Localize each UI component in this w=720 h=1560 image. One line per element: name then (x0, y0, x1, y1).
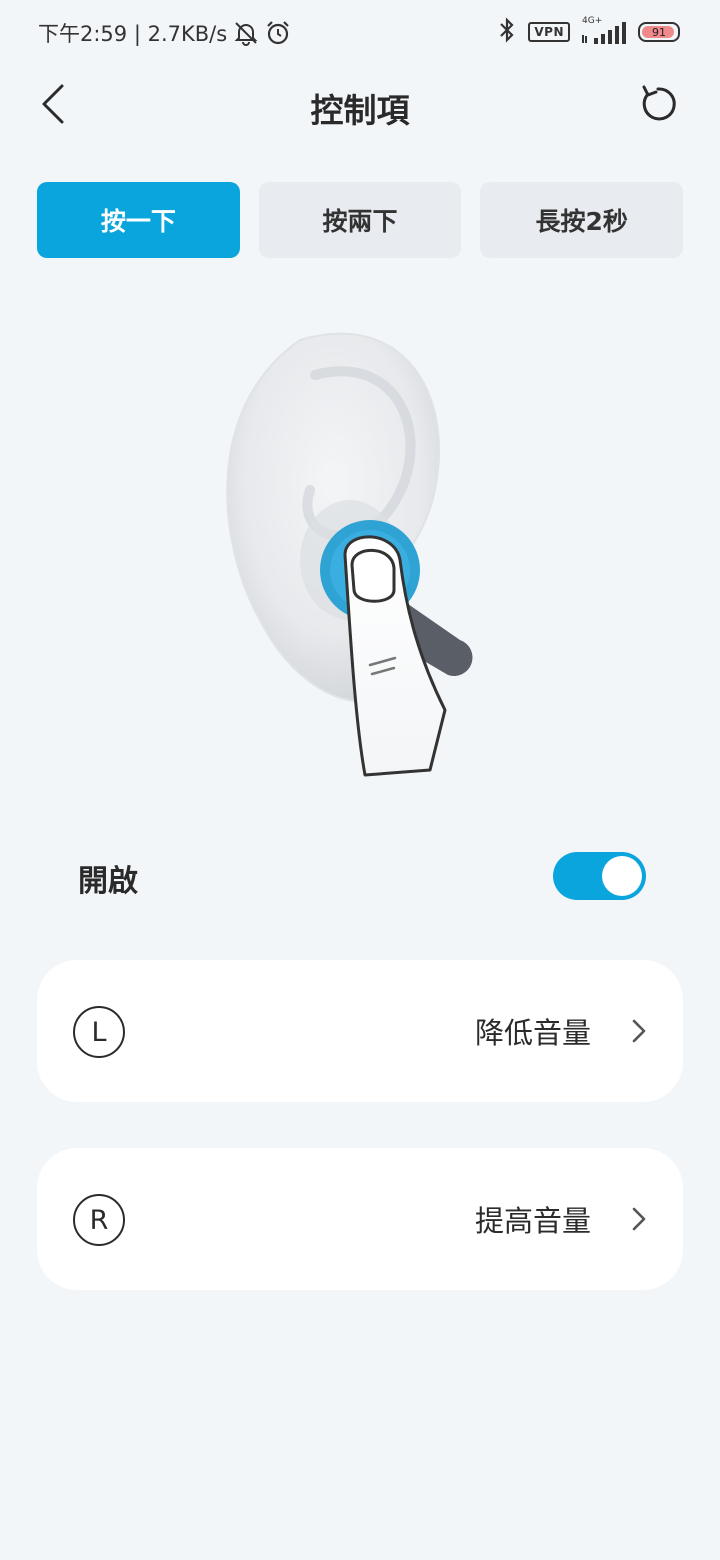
enable-label: 開啟 (78, 864, 138, 899)
signal-icon: 4G+ (580, 16, 628, 45)
left-action-card[interactable]: L 降低音量 (37, 960, 683, 1102)
alarm-icon (265, 20, 291, 46)
tab-long-press[interactable]: 長按2秒 (480, 182, 684, 258)
page-title: 控制項 (310, 91, 410, 130)
ear-tap-illustration (180, 300, 540, 800)
left-earbud-icon: L (73, 1006, 125, 1058)
status-right: VPN 4G+ 91 (496, 16, 680, 48)
bluetooth-icon (496, 16, 518, 48)
status-left: 下午2:59 | 2.7KB/s (38, 18, 291, 48)
tab-double-tap[interactable]: 按兩下 (258, 182, 462, 258)
battery-level: 91 (652, 25, 666, 39)
enable-row: 開啟 (0, 840, 720, 916)
left-action-value: 降低音量 (474, 1016, 591, 1050)
right-action-card[interactable]: R 提高音量 (37, 1148, 683, 1290)
status-bar: 下午2:59 | 2.7KB/s VPN 4G+ 91 (0, 0, 720, 64)
gesture-tabs: 按一下 按兩下 長按2秒 (37, 182, 684, 258)
bell-off-icon (233, 20, 259, 46)
refresh-icon (642, 85, 676, 121)
status-time-speed: 下午2:59 | 2.7KB/s (38, 22, 228, 46)
chevron-right-icon (632, 1207, 646, 1231)
right-action-value: 提高音量 (474, 1204, 591, 1238)
reset-button[interactable] (636, 82, 680, 126)
right-earbud-icon: R (73, 1194, 125, 1246)
tab-single-tap[interactable]: 按一下 (37, 182, 240, 258)
header: 控制項 (0, 70, 720, 140)
vpn-badge: VPN (528, 22, 570, 42)
chevron-right-icon (632, 1019, 646, 1043)
toggle-knob (602, 856, 642, 896)
enable-toggle[interactable] (553, 852, 646, 900)
battery-icon: 91 (638, 22, 680, 42)
